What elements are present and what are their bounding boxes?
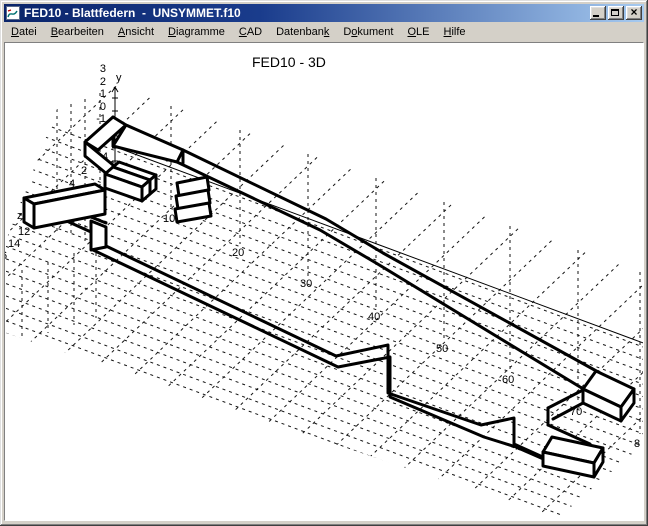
y-tick-label: 2 <box>100 76 106 88</box>
x-tick-label: 60 <box>502 374 514 386</box>
menu-bar: DateiBearbeitenAnsichtDiagrammeCADDatenb… <box>4 23 644 41</box>
app-icon-art <box>7 8 19 20</box>
title-bar[interactable]: FED10 - Blattfedern - UNSYMMET.f10 × <box>4 4 644 22</box>
menu-item-ansicht[interactable]: Ansicht <box>111 24 161 40</box>
menu-item-dokument[interactable]: Dokument <box>336 24 400 40</box>
menu-item-diagramme[interactable]: Diagramme <box>161 24 232 40</box>
x-tick-label: 10 <box>163 213 175 225</box>
x-tick-label: 30 <box>300 278 312 290</box>
depth-tick-label: 12 <box>18 226 30 238</box>
plot-canvas: FED10 - 3Dy3210-104248z01214610203040506… <box>5 43 643 520</box>
close-icon: × <box>626 6 642 20</box>
menu-item-datei[interactable]: Datei <box>4 24 44 40</box>
plot-title: FED10 - 3D <box>252 54 326 70</box>
window-title: FED10 - Blattfedern - UNSYMMET.f10 <box>24 6 588 20</box>
menu-item-hilfe[interactable]: Hilfe <box>437 24 473 40</box>
y-axis-letter: y <box>116 72 122 84</box>
y-tick-label: 1 <box>100 88 106 100</box>
minimize-button[interactable] <box>590 6 606 20</box>
plot-client-area: FED10 - 3Dy3210-104248z01214610203040506… <box>4 42 644 521</box>
depth-tick-label: 6 <box>5 250 7 262</box>
x-tick-label: 40 <box>368 311 380 323</box>
menu-item-bearbeiten[interactable]: Bearbeiten <box>44 24 111 40</box>
app-window: FED10 - Blattfedern - UNSYMMET.f10 × Dat… <box>0 0 648 526</box>
x-tick-label: 8 <box>634 438 640 450</box>
menu-item-cad[interactable]: CAD <box>232 24 269 40</box>
y-tick-label: 3 <box>100 63 106 75</box>
depth-tick-label: 14 <box>8 238 20 250</box>
close-button[interactable]: × <box>626 6 642 20</box>
y-tick-label: 0 <box>100 101 106 113</box>
app-icon[interactable] <box>6 6 20 20</box>
x-tick-label: 50 <box>436 343 448 355</box>
x-tick-label: 20 <box>232 247 244 259</box>
window-controls: × <box>588 6 642 20</box>
minimize-icon <box>593 15 599 17</box>
maximize-icon <box>611 9 619 16</box>
menu-item-ole[interactable]: OLE <box>400 24 436 40</box>
maximize-button[interactable] <box>608 6 624 20</box>
menu-item-datenbank[interactable]: Datenbank <box>269 24 336 40</box>
z-axis-letter: z <box>17 210 23 222</box>
depth-tick-label: 2 <box>81 165 87 177</box>
leaf-spring-wireframe <box>24 117 634 477</box>
